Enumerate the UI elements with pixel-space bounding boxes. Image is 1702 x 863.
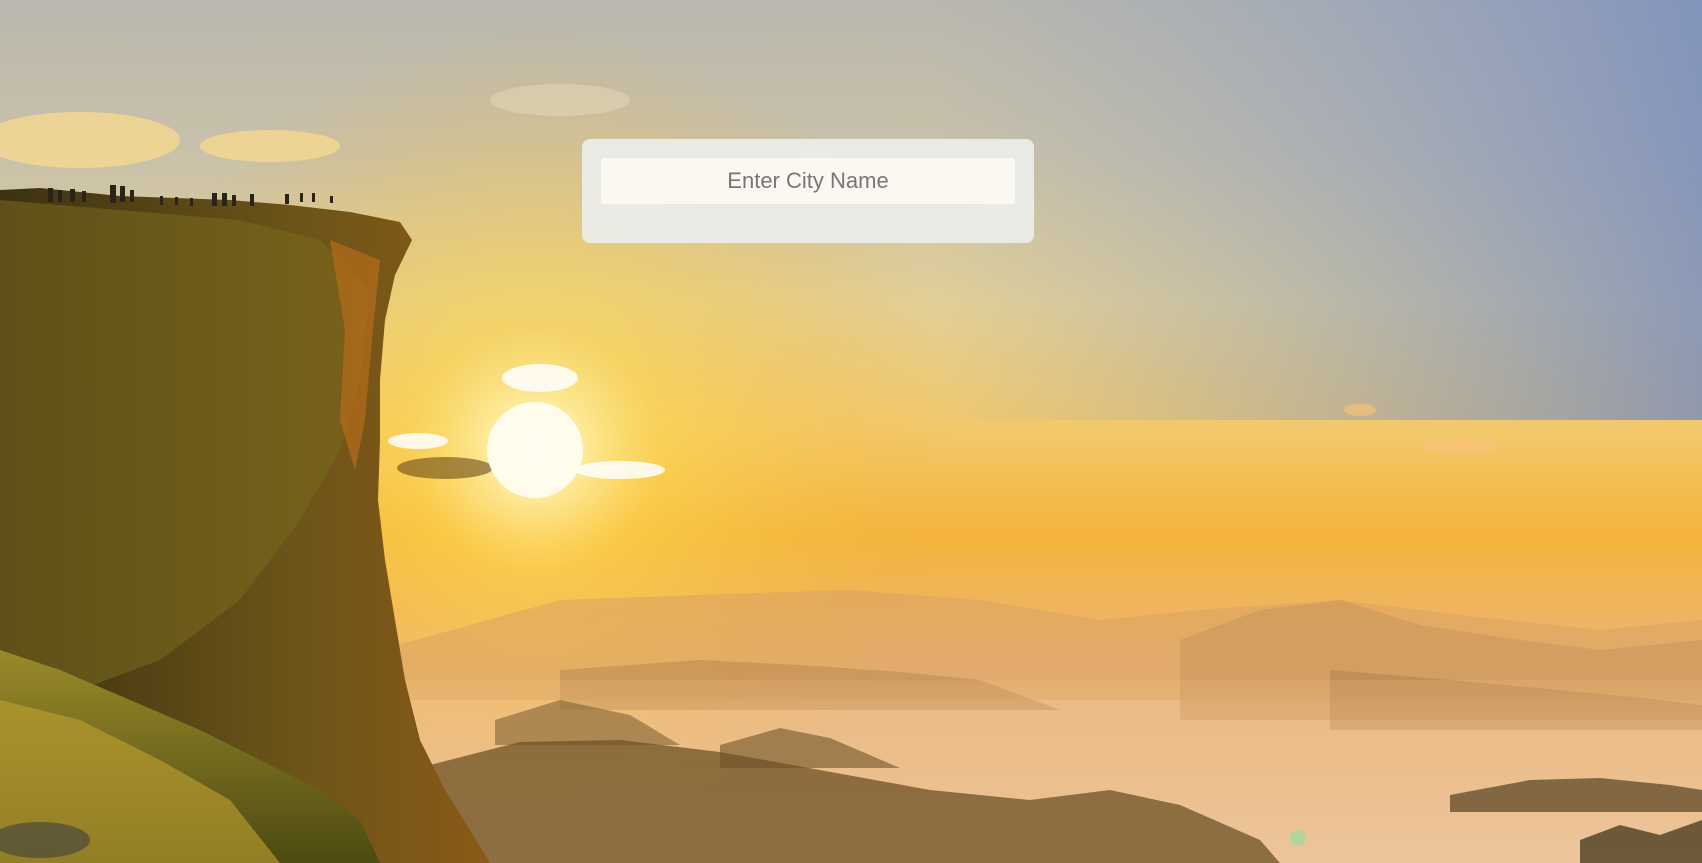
city-search-input[interactable] <box>601 158 1015 204</box>
weather-app-page <box>0 0 1702 863</box>
sunrise-background-image <box>0 0 1702 863</box>
search-card <box>582 139 1034 243</box>
